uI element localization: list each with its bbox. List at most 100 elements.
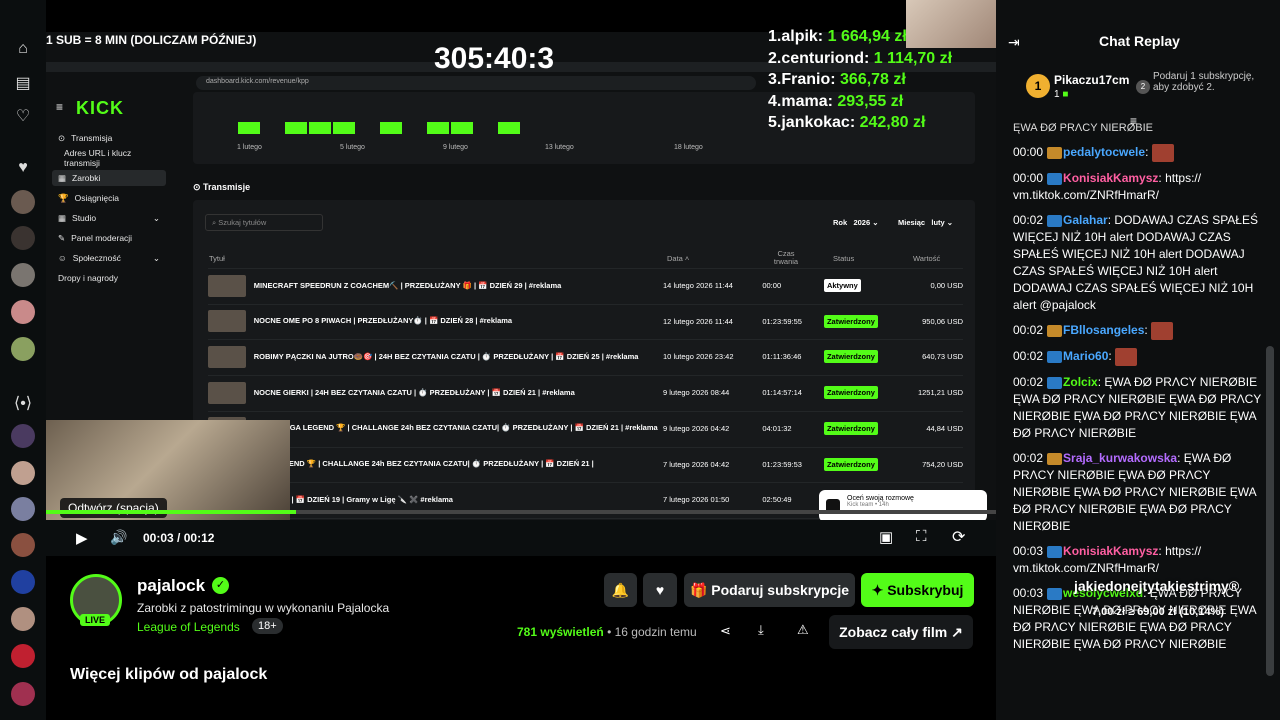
rank-badge: 2	[1136, 80, 1150, 94]
report-icon[interactable]: ⚠	[797, 622, 809, 638]
live-badge: LIVE	[80, 614, 111, 626]
fullscreen-icon[interactable]: ⛶	[916, 528, 927, 545]
heart-icon[interactable]: ♥	[10, 155, 36, 181]
chat-username[interactable]: FBllosangeles	[1063, 323, 1144, 337]
chat-message: 00:03 wesolycwelxd: ĘWA ĐØ PRΛCY NIERØBIE…	[1013, 586, 1256, 651]
following-icon[interactable]: ♡	[10, 103, 36, 129]
axis-label: 1 lutego	[237, 144, 262, 151]
verified-icon: ✓	[212, 577, 229, 594]
more-clips-heading: Więcej klipów od pajalock	[70, 666, 268, 683]
streams-table: ⌕ Szukaj tytułów Rok 2026 ⌄ Miesiąc luty…	[193, 200, 975, 520]
share-icon[interactable]: ⋖	[720, 623, 731, 639]
channel-avatar[interactable]	[11, 570, 35, 594]
channel-avatar[interactable]	[11, 300, 35, 324]
axis-label: 5 lutego	[340, 144, 365, 151]
user-badge-icon	[1047, 147, 1063, 159]
leaderboard-entry: 4.mama: 293,55 zł	[768, 92, 904, 110]
chat-panel: ⇥ Chat Replay 1 Pikaczu17cm 1 ■ 2 Podaru…	[996, 0, 1280, 720]
browse-icon[interactable]: ▤	[10, 70, 36, 96]
collapse-icon[interactable]: ⇥	[1008, 34, 1020, 51]
play-icon[interactable]: ▶	[76, 529, 88, 547]
nav-item: 🏆 Osiągnięcia	[58, 192, 120, 204]
play-tooltip: Odtwórz (spacja)	[60, 498, 167, 518]
bell-icon[interactable]: 🔔	[604, 573, 637, 607]
time-display: 00:03 / 00:12	[143, 531, 215, 545]
chat-username[interactable]: pedalytocwele	[1063, 145, 1145, 159]
replay-icon[interactable]: ⟳	[952, 527, 965, 547]
chat-scrollbar[interactable]	[1266, 346, 1274, 676]
leaderboard-entry: 1.alpik: 1 664,94 zł	[768, 28, 907, 45]
user-badge-icon	[1047, 587, 1063, 600]
axis-label: 13 lutego	[545, 144, 574, 151]
user-badge-icon	[1047, 351, 1063, 363]
donation-overlay-amount: 7,00 zł ≥ 69,00 zł (10,14%)	[1092, 606, 1224, 618]
rank-badge: 1	[1026, 74, 1050, 98]
age-tag[interactable]: 18+	[252, 618, 283, 634]
channel-avatar[interactable]	[11, 461, 35, 485]
address-bar: dashboard.kick.com/revenue/kpp	[196, 76, 756, 90]
player-controls: ▶ 🔊 00:03 / 00:12 ▣ ⛶ ⟳	[46, 520, 996, 556]
nav-item: ▦ Studio ⌄	[58, 212, 160, 224]
view-stats: 781 wyświetleń • 16 godzin temu	[517, 625, 697, 639]
nav-item-active: ▦ Zarobki	[52, 170, 166, 186]
kick-logo: KICK	[76, 98, 124, 118]
gift-sub-button[interactable]: 🎁 Podaruj subskrypcje	[684, 573, 855, 607]
rating-toast: Oceń swoją rozmowę Kick team • 14h	[819, 490, 987, 520]
channel-avatar[interactable]	[11, 190, 35, 214]
subscribe-button[interactable]: ✦ Subskrybuj	[861, 573, 974, 607]
heart-icon[interactable]: ♥	[643, 573, 677, 607]
gift-hint: Podaruj 1 subskrypcję, aby zdobyć 2.	[1153, 71, 1255, 93]
category-link[interactable]: League of Legends	[137, 620, 240, 634]
nav-item: ✎ Panel moderacji	[58, 232, 133, 244]
theater-icon[interactable]: ▣	[879, 528, 893, 546]
channel-avatar[interactable]	[11, 263, 35, 287]
channel-name[interactable]: pajalock	[137, 576, 205, 596]
volume-icon[interactable]: 🔊	[110, 529, 127, 546]
table-row: ROBIMY PĄCZKI NA JUTRO🍩🎯 | 24H BEZ CZYTA…	[208, 339, 963, 373]
stream-thumbnail	[208, 381, 246, 404]
channel-avatar[interactable]	[11, 337, 35, 361]
top-gifter-count: 1 ■	[1054, 89, 1069, 100]
channel-avatar[interactable]	[11, 226, 35, 250]
user-badge-icon	[1047, 214, 1063, 227]
chat-message: 00:02 Mario60:	[996, 348, 1280, 366]
nav-item: Adres URL i klucz transmisji	[64, 148, 132, 168]
user-badge-icon	[1047, 172, 1063, 185]
chat-username[interactable]: KonisiakKamysz	[1063, 171, 1158, 185]
channel-avatar[interactable]	[11, 533, 35, 557]
home-icon[interactable]: ⌂	[10, 36, 36, 62]
clip-title: Zarobki z patostrimingu w wykonaniu Paja…	[137, 601, 390, 615]
chat-message: 00:02 Sraja_kurwakowska: ĘWA ĐØ PRΛCY NIE…	[1013, 451, 1256, 533]
leaderboard-entry: 5.jankokac: 242,80 zł	[768, 114, 926, 131]
channel-avatar[interactable]	[11, 607, 35, 631]
donation-overlay-name: jakiedonejtytakiestrimy®	[1074, 578, 1240, 594]
full-movie-button[interactable]: Zobacz cały film ↗	[829, 615, 973, 649]
subathon-timer: 305:40:3	[434, 42, 555, 75]
user-badge-icon	[1047, 545, 1063, 558]
download-icon[interactable]: ⤓	[758, 622, 764, 638]
channel-avatar[interactable]	[11, 644, 35, 668]
chat-username[interactable]: KonisiakKamysz	[1063, 544, 1158, 558]
user-badge-icon	[1047, 452, 1063, 465]
stream-thumbnail	[208, 274, 246, 297]
chat-message: 00:00 KonisiakKamysz: https:// vm.tiktok.…	[1013, 171, 1202, 202]
wireless-icon[interactable]: ⟨•⟩	[10, 390, 36, 416]
chat-messages: 00:00 pedalytocwele: 00:00 KonisiakKamysz:…	[996, 144, 1280, 684]
chat-username[interactable]: Galahar	[1063, 213, 1108, 227]
table-row: LIGA LEGEND 🏆 | CHALLANGE 24h BEZ CZYTAN…	[208, 446, 963, 481]
channel-avatar[interactable]	[11, 497, 35, 521]
webcam-corner	[906, 0, 1010, 48]
channel-avatar[interactable]	[11, 424, 35, 448]
user-badge-icon	[1047, 325, 1063, 337]
chat-username[interactable]: Sraja_kurwakowska	[1063, 451, 1177, 465]
chat-username[interactable]: Zolcix	[1063, 375, 1098, 389]
chat-username[interactable]: Mario60	[1063, 349, 1108, 363]
channel-avatar[interactable]	[11, 682, 35, 706]
chat-message: 00:02 Zolcix: ĘWA ĐØ PRΛCY NIERØBIE ĘWA Đ…	[1013, 375, 1262, 440]
seek-bar[interactable]	[46, 510, 996, 514]
axis-label: 9 lutego	[443, 144, 468, 151]
emote-icon	[1115, 348, 1138, 366]
col-header: Tytuł	[209, 254, 225, 263]
user-badge-icon	[1047, 376, 1063, 389]
emote-icon	[1151, 144, 1174, 162]
